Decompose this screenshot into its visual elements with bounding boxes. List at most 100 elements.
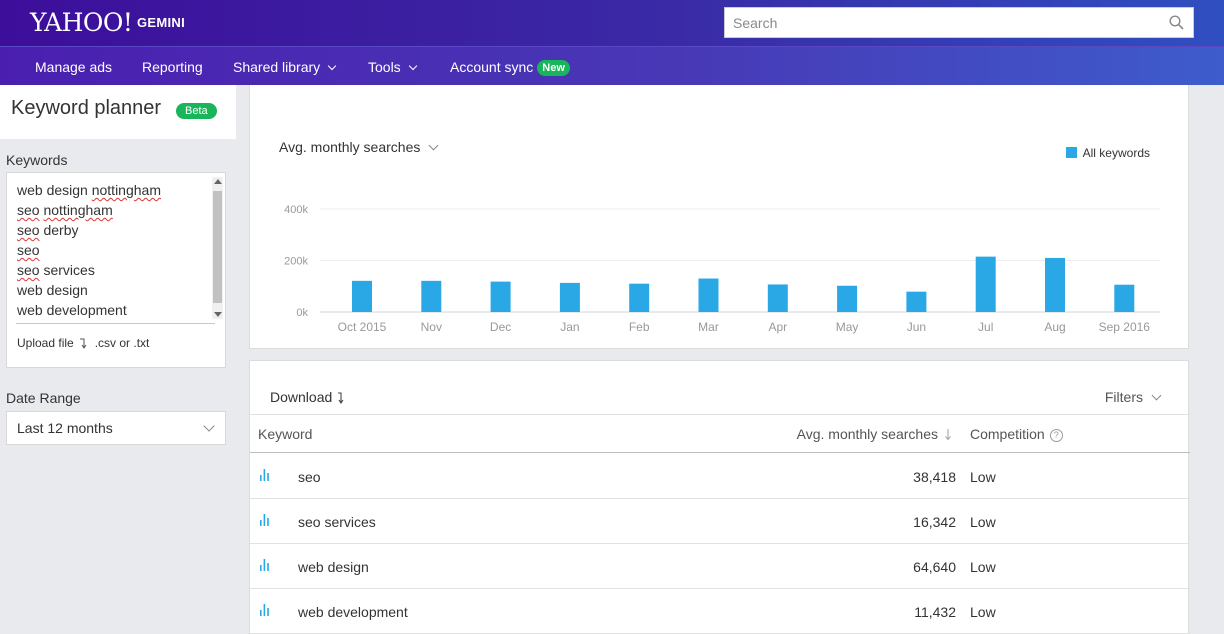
bar-chart-icon[interactable] [260,469,270,481]
keyword-text: services [39,262,95,278]
keyword-text: seo [17,222,40,238]
nav-account-sync[interactable]: Account sync New [450,59,570,77]
upload-formats: .csv or .txt [94,336,150,350]
sidebar: Keyword planner Beta Keywords web design… [0,85,236,634]
keyword-text: nottingham [91,182,161,198]
bar-apr [767,284,788,312]
keyword-text: web development [17,302,127,318]
row-keyword: seo [298,469,321,485]
date-range-value: Last 12 months [17,420,113,436]
download-label: Download [270,389,333,405]
date-range-label: Date Range [6,390,81,406]
bar-feb [629,283,650,312]
nav-reporting-label: Reporting [142,59,203,75]
download-icon [338,392,344,404]
keywords-scrollbar[interactable] [212,177,223,319]
scroll-down-arrow-icon[interactable] [214,312,222,317]
beta-badge: Beta [176,103,217,119]
scroll-up-arrow-icon[interactable] [214,179,222,184]
x-tick-label: Sep 2016 [1099,320,1151,334]
x-tick-label: Jul [978,320,993,334]
chevron-down-icon [1151,390,1162,401]
bar-chart-icon[interactable] [260,514,270,526]
download-button[interactable]: Download [270,389,345,405]
new-badge: New [537,60,570,76]
row-searches: 16,342 [913,514,956,530]
date-range-select[interactable]: Last 12 months [6,411,226,445]
keyword-text: web design [17,282,88,298]
nav-account-sync-label: Account sync [450,59,534,75]
keywords-list[interactable]: web design nottingham seo nottingham seo d… [17,181,207,321]
divider [16,323,215,324]
search-input[interactable] [725,8,1155,37]
nav-shared-library[interactable]: Shared library [233,59,337,75]
yahoo-logo[interactable]: YAHOO! [30,8,133,37]
y-tick-label: 0k [296,307,308,319]
bar-jul [975,256,996,312]
filters-button[interactable]: Filters [1105,389,1162,405]
search-icon[interactable] [1169,15,1184,30]
upload-file-link[interactable]: Upload file .csv or .txt [17,336,149,350]
x-tick-label: Dec [490,320,511,334]
row-searches: 11,432 [914,604,956,620]
row-keyword: web design [298,559,369,575]
metric-select[interactable]: Avg. monthly searches [279,139,439,155]
row-competition: Low [970,604,996,620]
table-header: Keyword Avg. monthly searches Competitio… [250,414,1190,453]
x-tick-label: Jan [560,320,579,334]
keyword-line[interactable]: web development [17,301,207,321]
bar-chart-icon[interactable] [260,559,270,571]
keyword-line[interactable]: seo services [17,261,207,281]
bar-chart-icon[interactable] [260,604,270,616]
x-tick-label: Oct 2015 [338,320,387,334]
table-row[interactable]: seo 38,418 Low [250,454,1190,499]
row-competition: Low [970,514,996,530]
help-icon[interactable]: ? [1049,429,1063,442]
keyword-line[interactable]: seo derby [17,221,207,241]
chevron-down-icon [203,420,215,432]
y-tick-label: 400k [284,204,308,216]
keyword-line[interactable]: seo nottingham [17,201,207,221]
table-row[interactable]: web design 64,640 Low [250,544,1190,589]
searches-chart: 0k 200k 400k Oct 2015 Nov Dec Jan Feb Mar Apr May J… [284,204,1160,334]
row-competition: Low [970,469,996,485]
chart-legend: All keywords [1065,146,1150,160]
row-searches: 64,640 [913,559,956,575]
chevron-down-icon [327,61,337,71]
bar-jun [906,291,927,312]
row-keyword: seo services [298,514,376,530]
row-searches: 38,418 [913,469,956,485]
scrollbar-thumb[interactable] [213,191,222,303]
bar-sep-2016 [1114,284,1135,312]
x-tick-label: May [836,320,859,334]
chevron-down-icon [428,140,439,151]
keywords-textarea[interactable]: web design nottingham seo nottingham seo d… [6,172,226,368]
bar-nov [421,280,442,312]
top-bar: YAHOO! GEMINI [0,0,1224,46]
col-competition-header[interactable]: Competition? [970,426,1063,443]
col-searches-header[interactable]: Avg. monthly searches [797,426,952,442]
bar-mar [698,278,719,312]
col-keyword-header[interactable]: Keyword [258,426,312,442]
x-tick-label: Apr [768,320,787,334]
x-tick-label: Mar [698,320,719,334]
nav-tools[interactable]: Tools [368,59,417,75]
sort-down-arrow-icon [945,429,951,441]
keyword-line[interactable]: seo [17,241,207,261]
chevron-down-icon [408,61,417,71]
nav-manage-ads[interactable]: Manage ads [35,59,112,75]
table-row[interactable]: seo services 16,342 Low [250,499,1190,544]
keyword-table-card: Download Filters Keyword Avg. monthly se… [249,360,1190,634]
bar-aug [1045,257,1065,312]
keywords-label: Keywords [6,152,68,168]
table-row[interactable]: web development 11,432 Low [250,589,1190,634]
keyword-line[interactable]: web design nottingham [17,181,207,201]
col-competition-label: Competition [970,426,1045,442]
nav-reporting[interactable]: Reporting [142,59,203,75]
main-nav: Manage ads Reporting Shared library Tool… [0,46,1224,85]
keyword-line[interactable]: web design [17,281,207,301]
upload-icon [79,338,87,349]
sidebar-header: Keyword planner Beta [0,85,236,139]
row-competition: Low [970,559,996,575]
nav-manage-ads-label: Manage ads [35,59,113,75]
